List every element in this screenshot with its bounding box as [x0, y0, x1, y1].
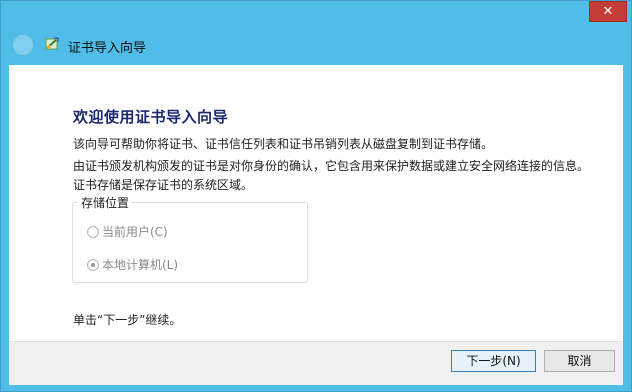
wizard-title: 证书导入向导 — [68, 41, 147, 56]
close-icon: ✕ — [602, 4, 614, 19]
title-bar: ✕ 证书导入向导 — [1, 1, 632, 65]
local-machine-option[interactable]: 本地计算机(L) — [87, 256, 178, 272]
current-user-option[interactable]: 当前用户(C) — [87, 223, 168, 239]
continue-instruction: 单击“下一步”继续。 — [73, 313, 182, 327]
button-bar: 下一步(N) 取消 — [9, 341, 623, 385]
back-button[interactable] — [13, 35, 33, 55]
radio-unchecked-icon[interactable] — [87, 226, 99, 238]
wizard-content: 欢迎使用证书导入向导 该向导可帮助你将证书、证书信任列表和证书吊销列表从磁盘复制… — [9, 65, 623, 385]
page-heading: 欢迎使用证书导入向导 — [73, 108, 229, 126]
intro-text: 该向导可帮助你将证书、证书信任列表和证书吊销列表从磁盘复制到证书存储。 — [73, 137, 494, 151]
description-text: 由证书颁发机构颁发的证书是对你身份的确认，它包含用来保护数据或建立安全网络连接的… — [73, 159, 590, 192]
current-user-label: 当前用户(C) — [102, 225, 168, 239]
local-machine-label: 本地计算机(L) — [102, 258, 179, 272]
radio-checked-icon[interactable] — [87, 259, 99, 271]
cancel-button[interactable]: 取消 — [544, 350, 615, 372]
store-location-legend: 存储位置 — [78, 194, 133, 211]
window-frame: ✕ 证书导入向导 欢迎使用证书导入向导 该向导可帮助你将证书、证书信任列表和证书… — [0, 0, 632, 392]
next-button[interactable]: 下一步(N) — [451, 350, 536, 372]
certificate-icon — [45, 37, 59, 50]
close-button[interactable]: ✕ — [589, 1, 627, 22]
